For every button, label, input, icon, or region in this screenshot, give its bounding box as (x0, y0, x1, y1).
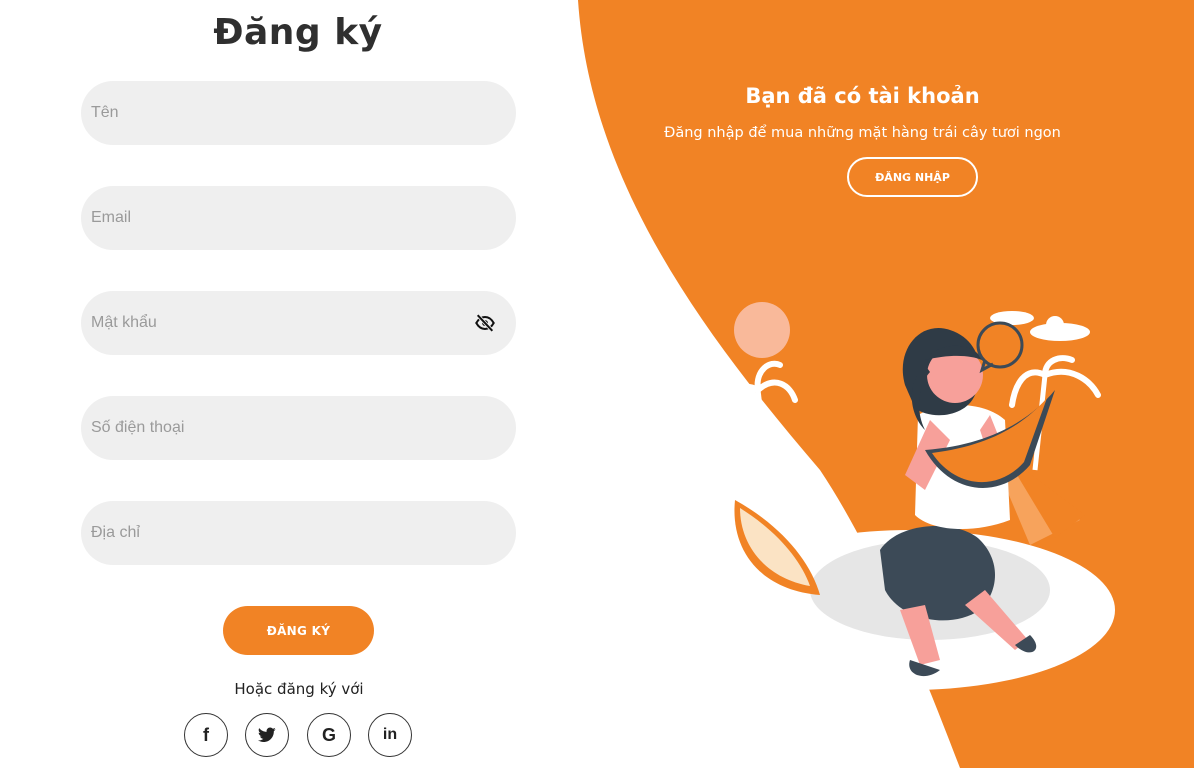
info-title: Bạn đã có tài khoản (745, 84, 980, 108)
email-field[interactable] (81, 186, 516, 250)
linkedin-icon[interactable]: in (368, 713, 412, 757)
google-icon[interactable]: G (307, 713, 351, 757)
name-input[interactable] (91, 104, 451, 122)
address-field[interactable] (81, 501, 516, 565)
password-field[interactable] (81, 291, 516, 355)
phone-field[interactable] (81, 396, 516, 460)
alt-signup-text: Hoặc đăng ký với (234, 680, 364, 698)
info-subtitle: Đăng nhập để mua những mặt hàng trái cây… (664, 125, 1061, 141)
facebook-icon[interactable]: f (184, 713, 228, 757)
login-prompt-panel: Bạn đã có tài khoản Đăng nhập để mua nhữ… (600, 0, 1194, 768)
signup-button[interactable]: ĐĂNG KÝ (223, 606, 374, 655)
signup-form: Đăng ký ĐĂNG KÝ Hoặc đăng ký với f G in (0, 0, 600, 768)
watermelon-illustration (705, 302, 1115, 690)
eye-slash-icon[interactable] (474, 312, 496, 334)
twitter-bird-glyph (258, 727, 276, 742)
name-field[interactable] (81, 81, 516, 145)
page-title: Đăng ký (213, 12, 383, 53)
email-input[interactable] (91, 209, 451, 227)
address-input[interactable] (91, 524, 451, 542)
phone-input[interactable] (91, 419, 451, 437)
password-input[interactable] (91, 314, 451, 332)
login-button[interactable]: ĐĂNG NHẬP (847, 157, 978, 197)
twitter-icon[interactable] (245, 713, 289, 757)
